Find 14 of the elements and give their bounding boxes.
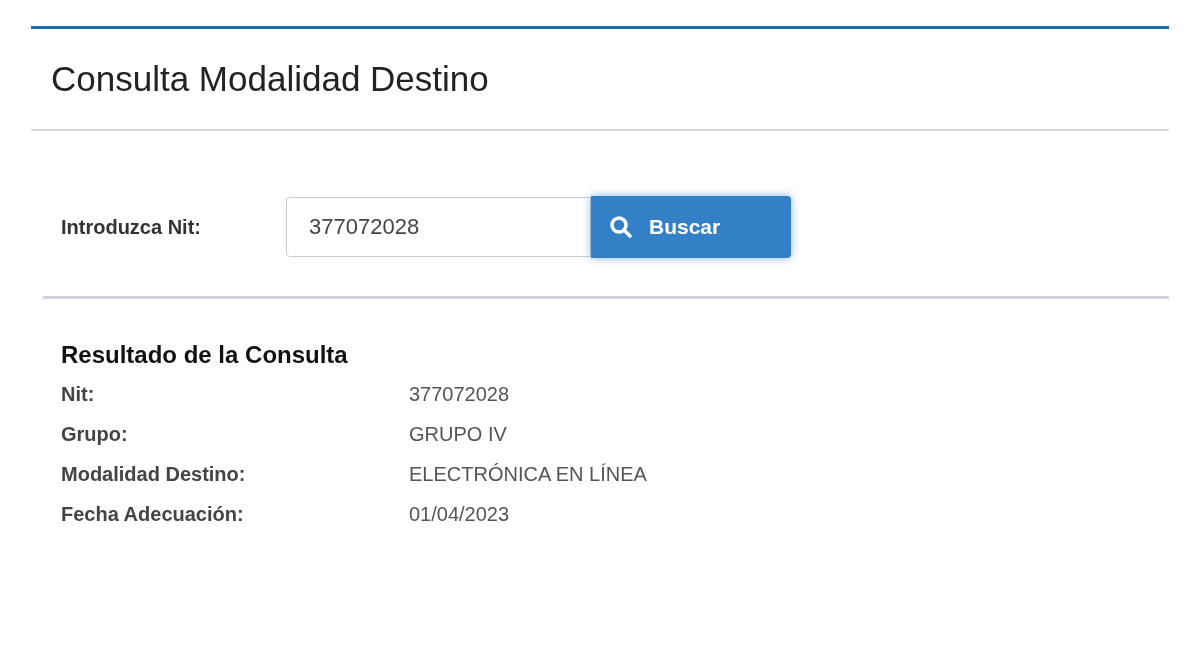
field-value: ELECTRÓNICA EN LÍNEA: [409, 463, 648, 486]
page-title: Consulta Modalidad Destino: [31, 29, 1169, 131]
nit-label: Introduzca Nit:: [61, 215, 202, 239]
field-label: Grupo:: [61, 423, 129, 446]
search-icon: [609, 215, 633, 239]
field-value: GRUPO IV: [409, 423, 508, 446]
result-heading: Resultado de la Consulta: [61, 341, 349, 369]
field-value: 01/04/2023: [409, 503, 511, 526]
field-label: Fecha Adecuación:: [61, 503, 245, 526]
search-button[interactable]: Buscar: [591, 196, 791, 258]
nit-input-field[interactable]: 377072028: [286, 197, 591, 257]
field-label: Modalidad Destino:: [61, 463, 247, 486]
field-label: Nit:: [61, 383, 96, 406]
field-value: 377072028: [409, 383, 511, 406]
